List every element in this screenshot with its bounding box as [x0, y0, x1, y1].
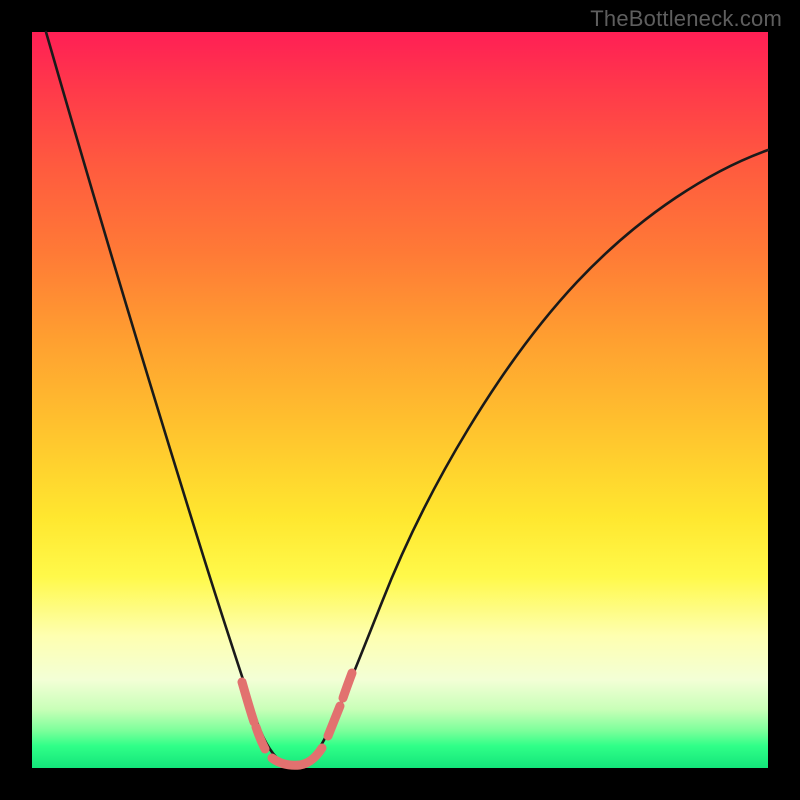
pink-marker-right-2	[343, 673, 352, 698]
bottleneck-curve	[46, 32, 768, 765]
watermark-text: TheBottleneck.com	[590, 6, 782, 32]
curve-layer	[32, 32, 768, 768]
pink-marker-left	[242, 682, 254, 722]
plot-area	[32, 32, 768, 768]
chart-frame: TheBottleneck.com	[0, 0, 800, 800]
pink-marker-left-2	[256, 727, 265, 749]
pink-marker-trough	[272, 748, 322, 765]
pink-marker-right	[328, 706, 340, 736]
